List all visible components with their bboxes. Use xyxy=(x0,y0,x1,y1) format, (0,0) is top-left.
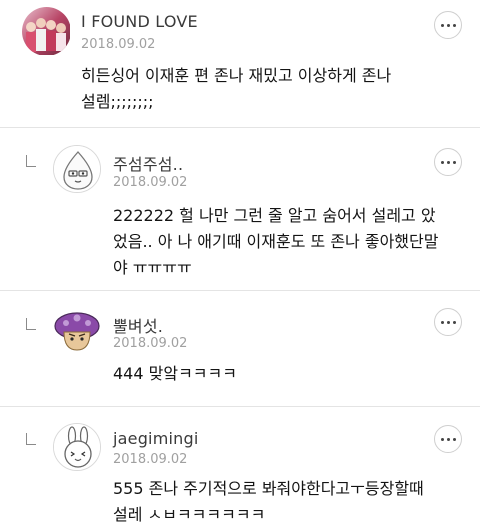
more-horizontal-icon xyxy=(440,437,456,441)
comment-author[interactable]: I FOUND LOVE xyxy=(81,12,198,31)
reply-indent-icon xyxy=(26,433,36,445)
avatar[interactable] xyxy=(22,7,71,56)
profile-character-image xyxy=(54,146,100,192)
more-options-button[interactable] xyxy=(434,425,462,453)
avatar[interactable] xyxy=(53,306,101,354)
comment-date: 2018.09.02 xyxy=(81,37,156,52)
avatar[interactable] xyxy=(53,145,101,193)
more-horizontal-icon xyxy=(440,160,456,164)
profile-bunny-image xyxy=(54,424,100,470)
comment-date: 2018.09.02 xyxy=(113,452,188,467)
more-options-button[interactable] xyxy=(434,148,462,176)
profile-mushroom-image xyxy=(54,312,100,351)
profile-photo-image xyxy=(22,7,70,55)
reply-indent-icon xyxy=(26,318,36,330)
divider xyxy=(0,127,480,128)
avatar[interactable] xyxy=(53,423,101,471)
reply-indent-icon xyxy=(26,155,36,167)
more-options-button[interactable] xyxy=(434,11,462,39)
divider xyxy=(0,290,480,291)
comment-text: 555 존나 주기적으로 봐줘야한다고ㅜ등장할때 설레 ㅅㅂㅋㅋㅋㅋㅋㅋ xyxy=(113,479,424,524)
more-horizontal-icon xyxy=(440,23,456,27)
comment-author[interactable]: 뿔벼섯. xyxy=(113,313,163,337)
comment-date: 2018.09.02 xyxy=(113,175,188,190)
comment-author[interactable]: 주섬주섬.. xyxy=(113,151,183,175)
comment-text: 222222 헐 나만 그런 줄 알고 숨어서 설레고 았 었음.. 아 나 애… xyxy=(113,206,439,277)
more-horizontal-icon xyxy=(440,320,456,324)
comment-date: 2018.09.02 xyxy=(113,336,188,351)
more-options-button[interactable] xyxy=(434,308,462,336)
comment-text: 444 맞앜ㅋㅋㅋㅋ xyxy=(113,364,237,383)
comment-author[interactable]: jaegimingi xyxy=(113,429,198,448)
divider xyxy=(0,406,480,407)
comment-text: 히든싱어 이재훈 편 존나 재밌고 이상하게 존나 설렘;;;;;;;; xyxy=(81,66,392,111)
